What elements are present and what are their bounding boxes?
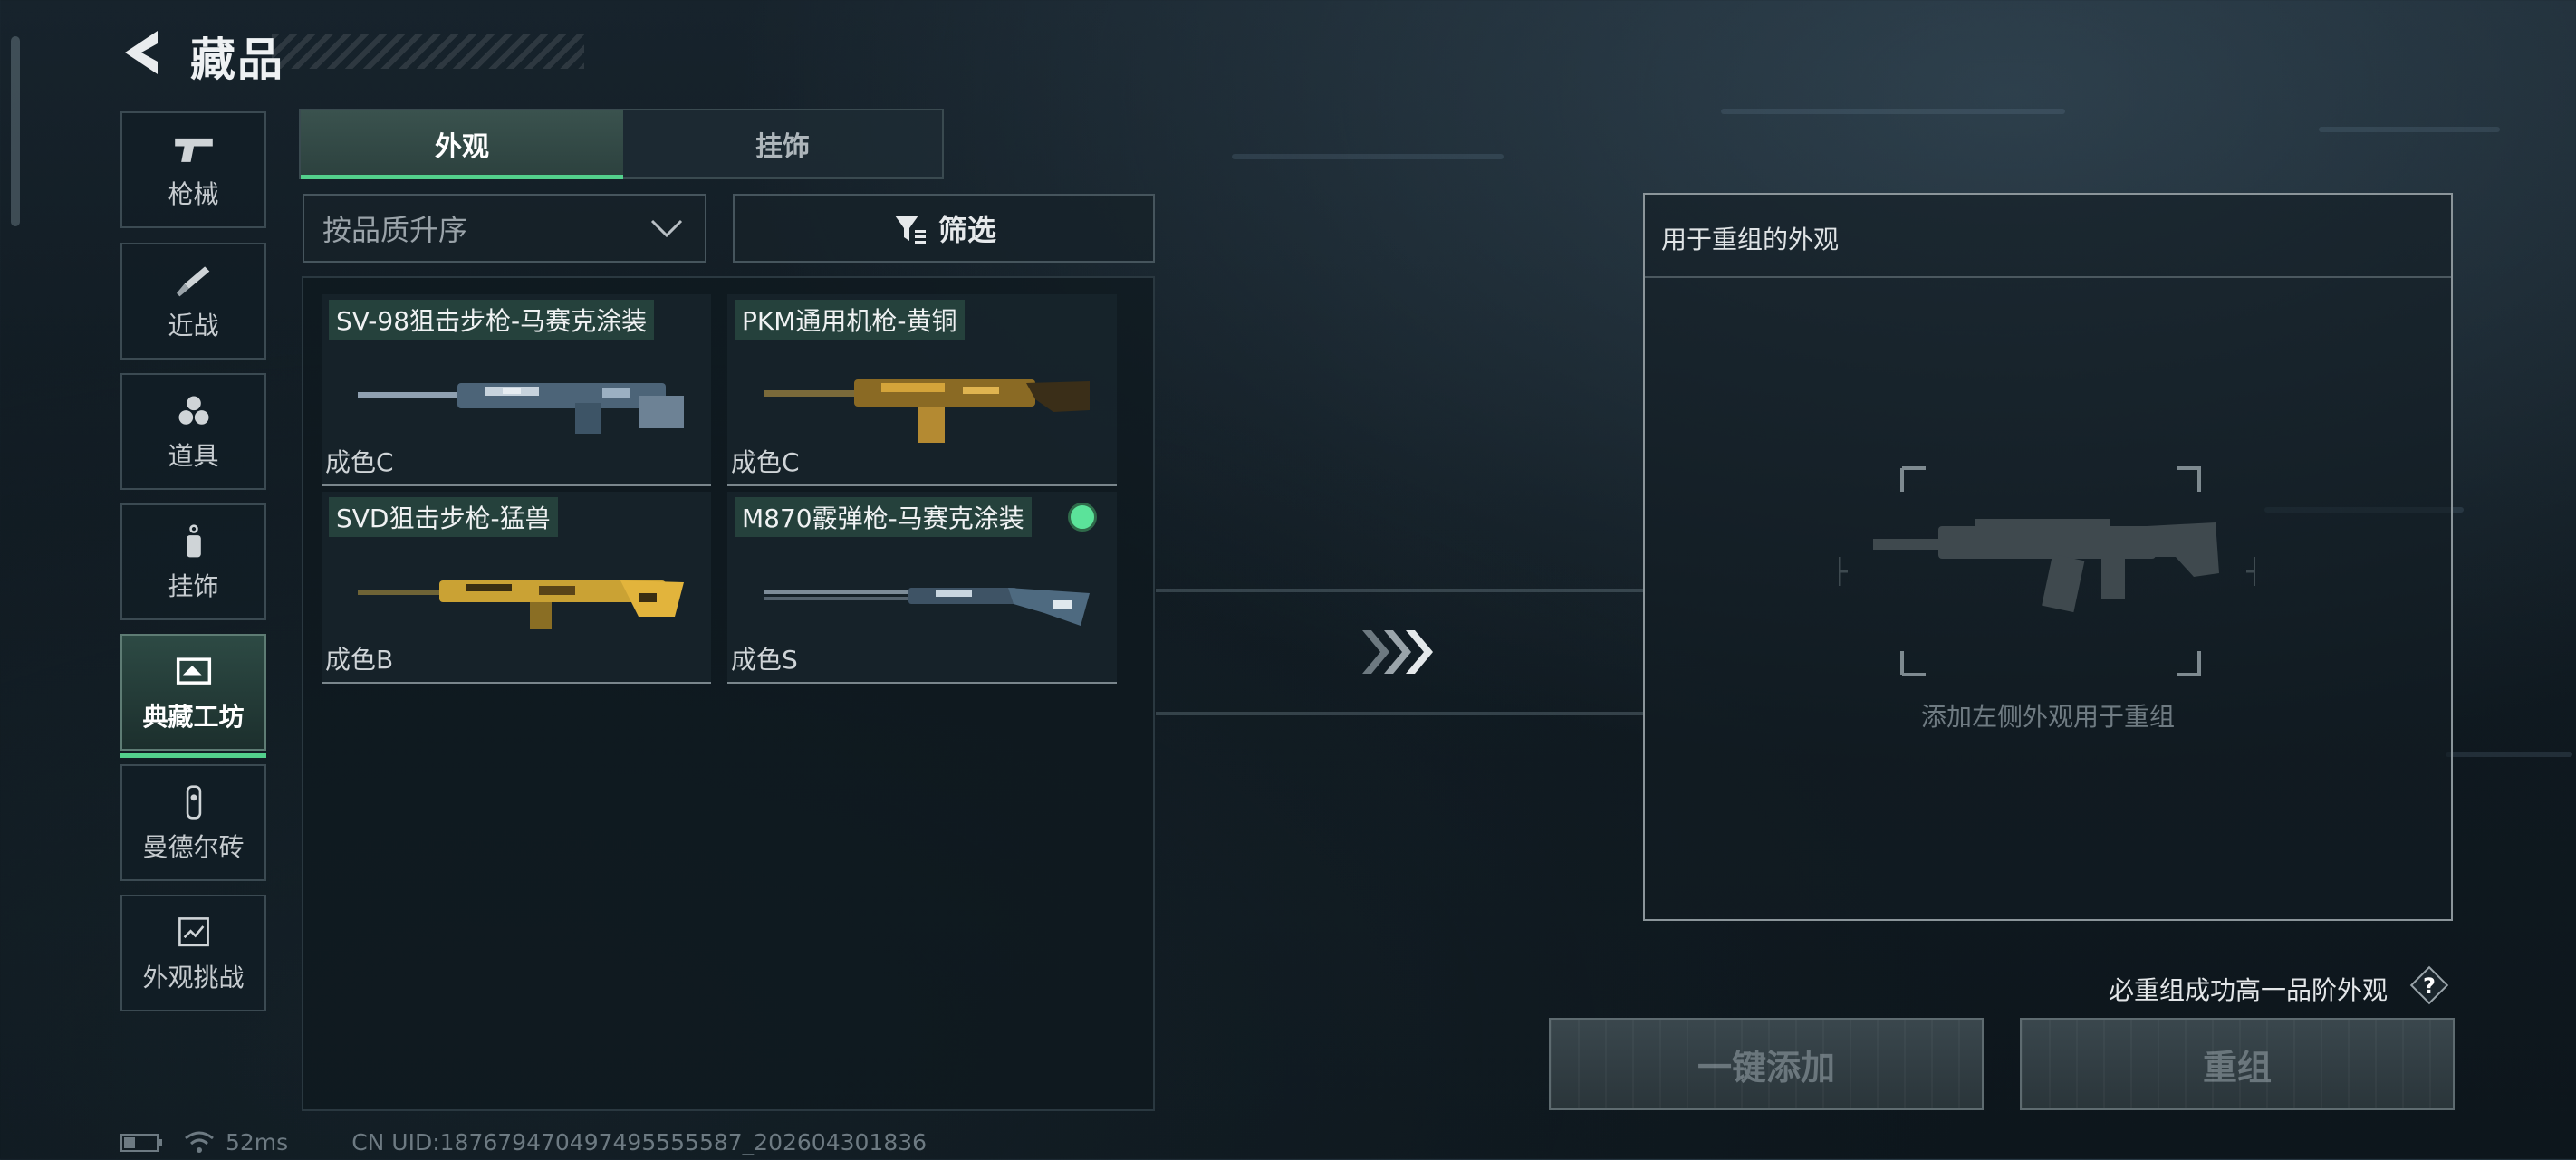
empty-weapon-slot[interactable]: [1837, 466, 2257, 676]
machine-gun-image: [755, 356, 1099, 446]
help-symbol: ?: [2423, 973, 2436, 999]
ping-text: 52ms: [226, 1128, 289, 1155]
hexagon-cluster-icon: [167, 391, 221, 431]
status-bar: 52ms CN UID:187679470497495555587_202604…: [120, 1128, 927, 1155]
triple-chevron-right-icon: [1359, 625, 1440, 679]
sidebar-item-label: 曼德尔砖: [142, 831, 245, 862]
filter-button[interactable]: 筛选: [733, 194, 1155, 263]
sidebar-item-appearance-challenge[interactable]: 外观挑战: [120, 895, 266, 1011]
item-list: SV-98狙击步枪-马赛克涂装 成色C PKM通用机枪-黄铜 成色C SVD狙击…: [302, 276, 1155, 1111]
shotgun-image: [755, 553, 1099, 644]
remix-slot-panel: 用于重组的外观 添加左侧外观用于重组: [1643, 193, 2453, 921]
title-decoration: [272, 34, 584, 69]
item-name: PKM通用机枪-黄铜: [735, 300, 965, 340]
item-grade: 成色C: [325, 447, 394, 477]
chevron-down-icon: [649, 212, 685, 244]
item-grade: 成色S: [731, 645, 798, 675]
selected-indicator-icon: [1068, 503, 1097, 532]
sidebar-item-firearms[interactable]: 枪械: [120, 111, 266, 228]
tab-bar: 外观 挂饰: [299, 109, 944, 179]
sidebar-item-mandel-brick[interactable]: 曼德尔砖: [120, 764, 266, 881]
sidebar-item-label: 外观挑战: [142, 962, 245, 992]
page-title: 藏品: [190, 34, 284, 86]
challenge-icon: [167, 913, 221, 953]
help-icon[interactable]: ?: [2409, 965, 2449, 1005]
remix-panel-header: 用于重组的外观: [1645, 195, 2451, 278]
battery-icon: [120, 1132, 164, 1152]
remix-button[interactable]: 重组: [2020, 1018, 2455, 1110]
item-grade: 成色B: [325, 645, 394, 675]
sidebar-item-label: 近战: [168, 310, 219, 340]
add-all-button[interactable]: 一键添加: [1549, 1018, 1984, 1110]
sniper-rifle-image: [349, 356, 693, 446]
sidebar-item-label: 典藏工坊: [142, 701, 245, 732]
guarantee-text: 必重组成功高一品阶外观: [2109, 975, 2389, 1005]
uid-text: CN UID:187679470497495555587_20260430183…: [351, 1128, 928, 1155]
sniper-rifle-image: [349, 553, 693, 644]
item-name: SVD狙击步枪-猛兽: [329, 497, 558, 537]
pistol-icon: [167, 129, 221, 169]
item-name: M870霰弹枪-马赛克涂装: [735, 497, 1032, 537]
add-all-label: 一键添加: [1697, 1047, 1835, 1088]
back-arrow-icon[interactable]: [116, 25, 167, 80]
workshop-icon: [167, 652, 221, 692]
item-card[interactable]: SVD狙击步枪-猛兽 成色B: [322, 492, 711, 684]
connector-line: [1156, 712, 1645, 715]
remix-hint-text: 添加左侧外观用于重组: [1920, 702, 2175, 732]
edge-scroll-handle: [11, 36, 20, 226]
charm-icon: [167, 522, 221, 561]
sort-value: 按品质升序: [322, 213, 468, 247]
tab-appearance[interactable]: 外观: [301, 110, 623, 179]
sidebar-item-label: 道具: [168, 440, 219, 471]
sidebar-item-label: 枪械: [168, 178, 219, 209]
item-grade: 成色C: [731, 447, 800, 477]
sidebar-item-charms[interactable]: 挂饰: [120, 503, 266, 620]
sidebar-item-melee[interactable]: 近战: [120, 243, 266, 360]
connector-line: [1156, 589, 1645, 592]
item-card[interactable]: PKM通用机枪-黄铜 成色C: [727, 294, 1117, 486]
remix-label: 重组: [2202, 1047, 2272, 1088]
item-card[interactable]: SV-98狙击步枪-马赛克涂装 成色C: [322, 294, 711, 486]
sidebar-item-workshop[interactable]: 典藏工坊: [120, 634, 266, 758]
wifi-icon: [184, 1129, 215, 1155]
sort-dropdown[interactable]: 按品质升序: [303, 194, 706, 263]
filter-label: 筛选: [937, 213, 996, 247]
filter-funnel-icon: [891, 210, 928, 246]
item-card[interactable]: M870霰弹枪-马赛克涂装 成色S: [727, 492, 1117, 684]
knife-icon: [167, 261, 221, 301]
sidebar-item-label: 挂饰: [168, 570, 219, 601]
sidebar-item-props[interactable]: 道具: [120, 373, 266, 490]
brick-icon: [167, 782, 221, 822]
item-name: SV-98狙击步枪-马赛克涂装: [329, 300, 655, 340]
tab-charms[interactable]: 挂饰: [623, 110, 942, 177]
